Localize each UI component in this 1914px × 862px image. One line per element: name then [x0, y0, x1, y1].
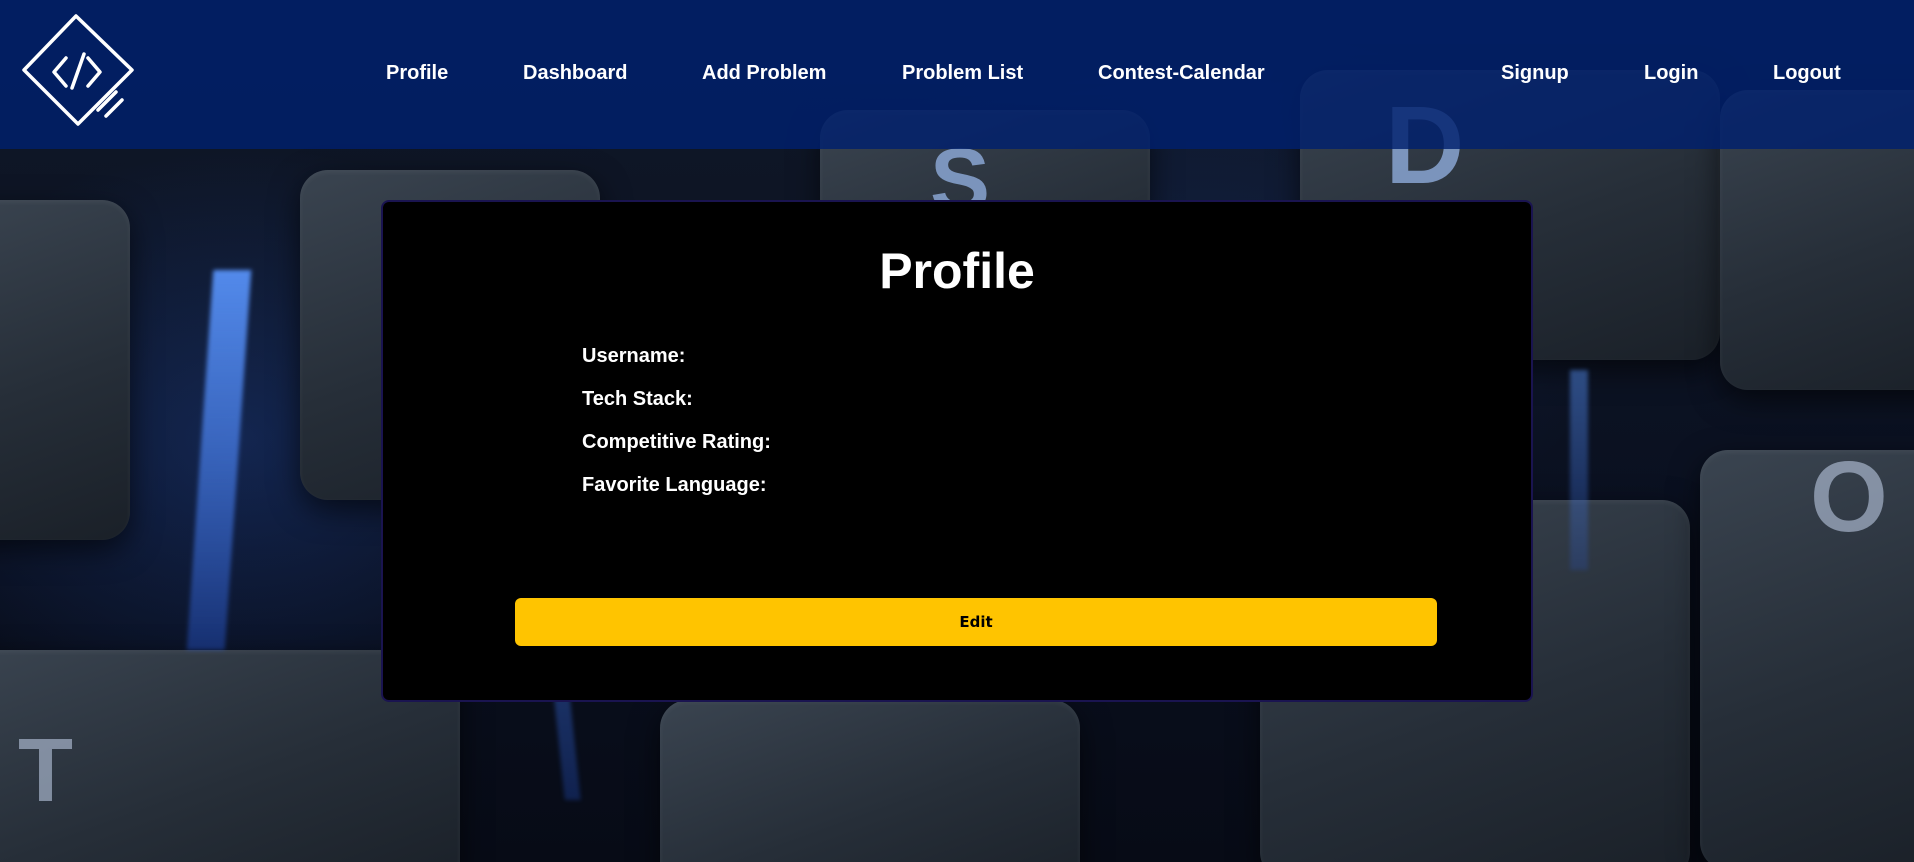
username-label: Username:: [582, 345, 686, 367]
tech-stack-label: Tech Stack:: [582, 388, 693, 410]
nav-dashboard-link[interactable]: Dashboard: [523, 62, 627, 85]
code-brackets-logo-icon[interactable]: [18, 12, 138, 127]
nav-profile-link[interactable]: Profile: [386, 62, 448, 85]
nav-logout-link[interactable]: Logout: [1773, 62, 1841, 85]
profile-title: Profile: [879, 243, 1035, 299]
favorite-language-label: Favorite Language:: [582, 474, 767, 496]
edit-button[interactable]: Edit: [515, 598, 1437, 646]
competitive-rating-label: Competitive Rating:: [582, 431, 771, 453]
nav-add-problem-link[interactable]: Add Problem: [702, 62, 826, 85]
nav-problem-list-link[interactable]: Problem List: [902, 62, 1023, 85]
top-navbar: Profile Dashboard Add Problem Problem Li…: [0, 0, 1914, 149]
nav-login-link[interactable]: Login: [1644, 62, 1698, 85]
profile-card: Profile Username: Tech Stack: Competitiv…: [381, 200, 1533, 702]
nav-signup-link[interactable]: Signup: [1501, 62, 1569, 85]
nav-contest-calendar-link[interactable]: Contest-Calendar: [1098, 62, 1265, 85]
